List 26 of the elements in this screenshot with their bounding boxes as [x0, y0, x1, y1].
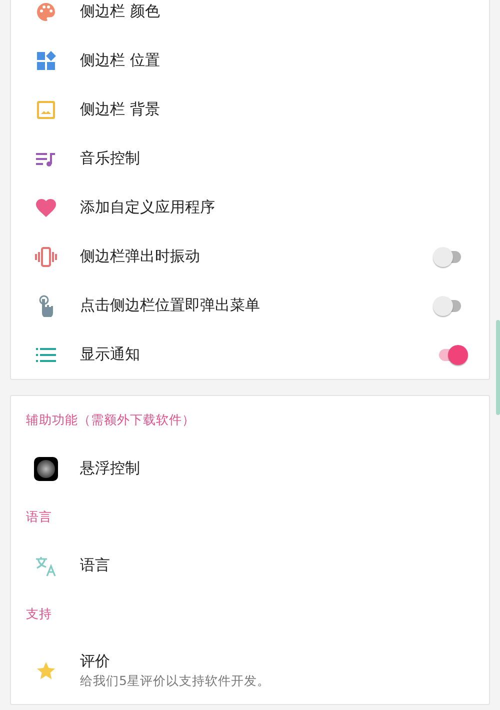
section-header: 语言: [25, 508, 53, 526]
setting-label[interactable]: 悬浮控制: [80, 459, 140, 478]
section-header: 支持: [25, 604, 53, 622]
touch-icon: [38, 294, 54, 316]
setting-label[interactable]: 语言: [80, 556, 110, 575]
vibrate-icon: [35, 246, 57, 266]
setting-label[interactable]: 侧边栏 位置: [80, 51, 160, 70]
list-icon: [36, 346, 56, 362]
setting-label[interactable]: 添加自定义应用程序: [80, 198, 215, 217]
music-list-icon: [36, 150, 56, 166]
grid-icon: [36, 50, 56, 70]
setting-label[interactable]: 侧边栏 背景: [80, 100, 160, 119]
setting-label[interactable]: 侧边栏弹出时振动: [80, 247, 200, 266]
setting-label[interactable]: 评价: [80, 652, 110, 671]
setting-label[interactable]: 显示通知: [80, 345, 140, 364]
scrollbar[interactable]: [496, 320, 500, 415]
star-icon: [36, 661, 56, 681]
setting-label[interactable]: 音乐控制: [80, 149, 140, 168]
setting-label[interactable]: 侧边栏 颜色: [80, 2, 160, 21]
translate-icon: [35, 554, 57, 576]
round-button-icon: [34, 456, 58, 480]
setting-description: 给我们5星评价以支持软件开发。: [80, 673, 270, 690]
heart-icon: [36, 198, 56, 216]
section-header: 辅助功能（需额外下载软件）: [25, 410, 196, 428]
image-icon: [37, 100, 55, 118]
setting-label[interactable]: 点击侧边栏位置即弹出菜单: [80, 296, 260, 315]
